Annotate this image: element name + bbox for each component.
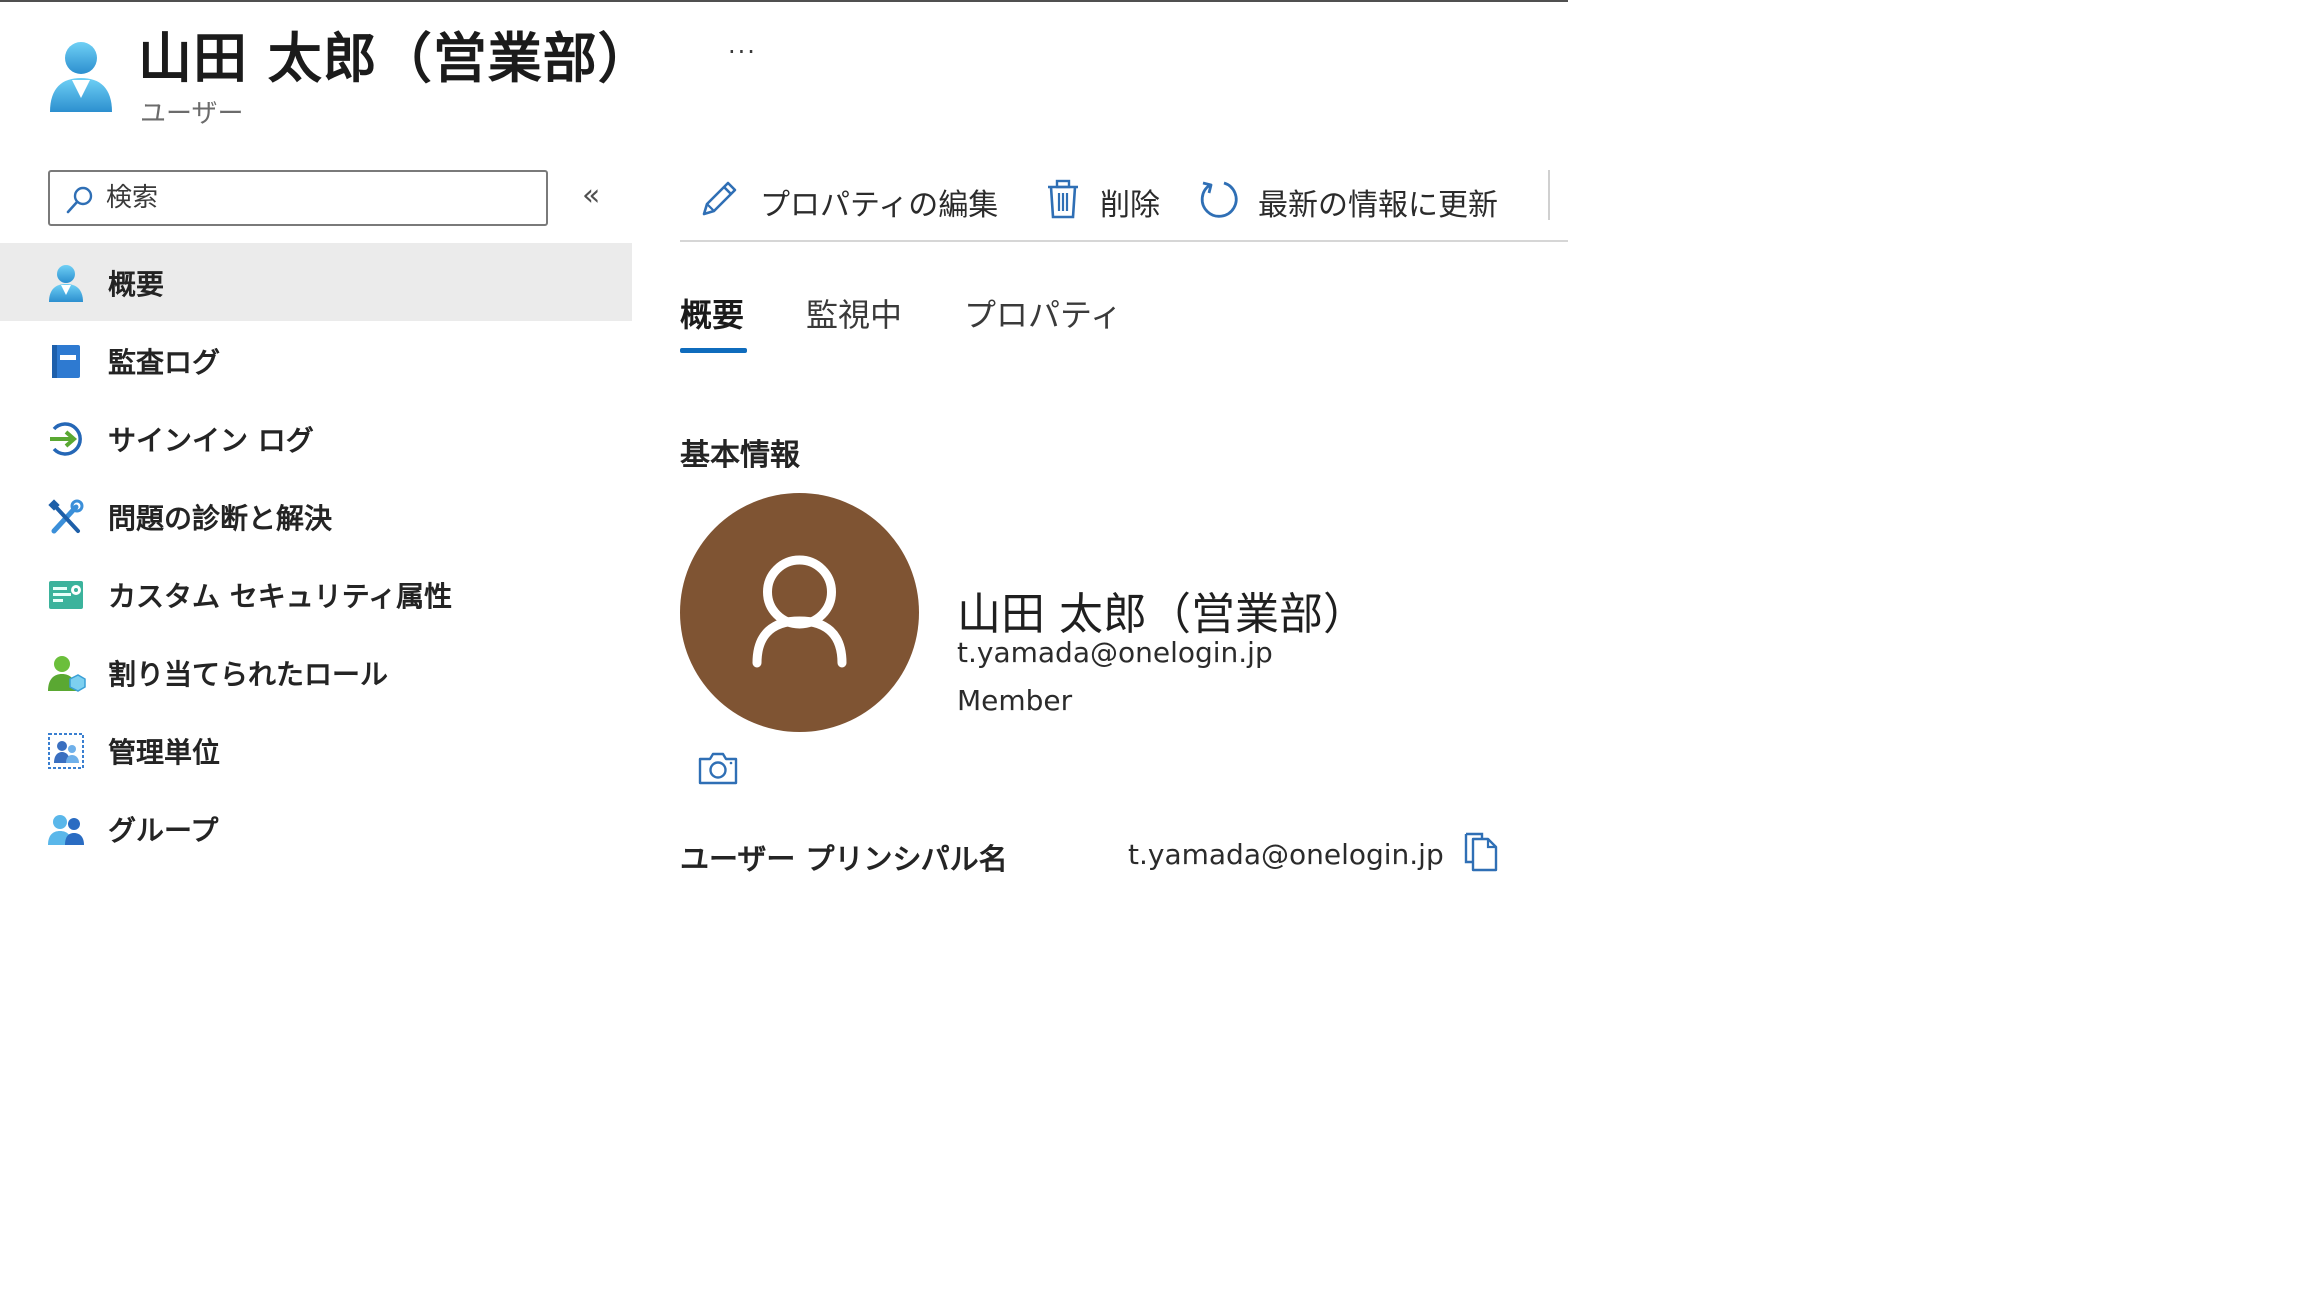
tab-overview[interactable]: 概要 [680,290,744,336]
sidebar-item-label: グループ [108,814,219,847]
sidebar-nav: 概要 監査ログ サインイン ログ 問題の診断と解決 カスタム セキュリティ属性 … [0,243,632,867]
sidebar-item-groups[interactable]: グループ [0,789,632,867]
sidebar-item-audit-log[interactable]: 監査ログ [0,321,632,399]
sidebar-item-overview[interactable]: 概要 [0,243,632,321]
pencil-icon [702,181,737,216]
tab-properties[interactable]: プロパティ [964,290,1122,336]
sidebar-item-sign-in-log[interactable]: サインイン ログ [0,399,632,477]
sidebar-item-label: 管理単位 [108,736,221,769]
sidebar-item-assigned-roles[interactable]: 割り当てられたロール [0,633,632,711]
sidebar-item-label: 割り当てられたロール [108,658,389,691]
sidebar-item-label: サインイン ログ [108,424,314,457]
search-icon [66,186,93,214]
profile-user-type: Member [957,684,1073,717]
admin-units-icon [48,733,84,769]
active-tab-indicator [680,348,747,353]
page-subtitle: ユーザー [140,99,244,129]
more-options-button[interactable]: ··· [728,38,757,66]
refresh-button[interactable]: 最新の情報に更新 [1198,174,1510,224]
user-icon [49,265,83,302]
sidebar-item-label: 問題の診断と解決 [108,502,333,535]
wrench-screwdriver-icon [48,499,84,534]
upn-label: ユーザー プリンシパル名 [680,842,1008,876]
refresh-label: 最新の情報に更新 [1258,188,1498,223]
sidebar-item-diagnose-solve[interactable]: 問題の診断と解決 [0,477,632,555]
command-bar: プロパティの編集 削除 最新の情報に更新 [680,160,1568,242]
search-input[interactable] [106,172,536,224]
sidebar-item-label: 監査ログ [108,346,221,379]
security-attributes-icon [49,581,83,609]
camera-icon[interactable] [697,750,739,786]
trash-icon [1048,179,1078,219]
section-title-basic-info: 基本情報 [680,438,800,473]
refresh-icon [1200,181,1238,218]
sign-in-arrow-icon [50,422,82,456]
avatar [680,493,919,732]
edit-properties-label: プロパティの編集 [760,188,999,223]
top-border [0,0,1568,2]
collapse-sidebar-button[interactable]: « [582,178,600,213]
sidebar-item-label: 概要 [108,268,165,301]
edit-properties-button[interactable]: プロパティの編集 [698,174,1008,224]
user-role-icon [48,656,86,692]
profile-display-name: 山田 太郎（営業部） [957,589,1367,640]
user-icon [50,42,112,112]
delete-button[interactable]: 削除 [1042,174,1164,224]
sidebar-item-administrative-units[interactable]: 管理単位 [0,711,632,789]
search-box[interactable] [48,170,548,226]
upn-value: t.yamada@onelogin.jp [1128,838,1444,871]
sidebar-item-label: カスタム セキュリティ属性 [108,580,453,613]
profile-email: t.yamada@onelogin.jp [957,636,1273,669]
person-silhouette-icon [752,555,847,668]
copy-icon[interactable] [1462,830,1500,872]
delete-label: 削除 [1100,188,1160,223]
sidebar-item-custom-security-attributes[interactable]: カスタム セキュリティ属性 [0,555,632,633]
tab-monitoring[interactable]: 監視中 [806,290,902,336]
group-icon [48,815,84,845]
toolbar-divider [1548,170,1550,220]
page-title: 山田 太郎（営業部） [138,27,653,90]
audit-log-icon [52,345,80,378]
